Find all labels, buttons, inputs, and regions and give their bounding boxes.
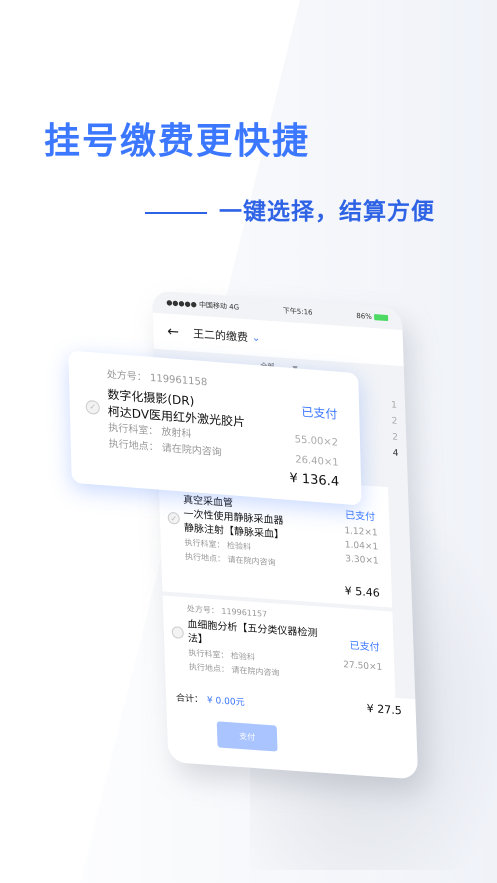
item-total: ¥ 136.4 <box>289 470 340 490</box>
chevron-down-icon[interactable]: ⌄ <box>252 332 261 344</box>
pay-button[interactable]: 支付 <box>216 721 278 752</box>
amount: 27.50×1 <box>343 660 383 673</box>
side-digit: 1 <box>390 400 398 411</box>
check-icon: ✓ <box>89 402 97 412</box>
battery-icon <box>374 314 389 322</box>
side-digit: 2 <box>391 416 398 427</box>
select-radio[interactable]: ✓ <box>85 399 100 415</box>
amount-list: 55.00×2 26.40×1 <box>294 430 339 474</box>
carrier: ●●●●● 中国移动 <box>166 298 228 311</box>
dash-decoration <box>145 211 207 214</box>
featured-item-card[interactable]: ✓ 处方号： 119961158 数字化摄影(DR) 柯达DV医用红外激光胶片 … <box>68 350 362 506</box>
amount-list: 1.12×1 1.04×1 3.30×1 <box>344 524 379 568</box>
side-digit: 2 <box>392 432 399 443</box>
amount-list: 27.50×1 <box>343 658 383 675</box>
status-badge: 已支付 <box>344 510 376 524</box>
battery-percent: 86% <box>356 311 373 321</box>
amount: 26.40×1 <box>295 454 339 469</box>
total-label: 合计： <box>175 693 204 706</box>
check-icon: ✓ <box>170 513 178 524</box>
select-radio[interactable] <box>171 626 184 639</box>
item-total: ¥ 5.46 <box>344 584 380 600</box>
select-radio[interactable]: ✓ <box>167 511 180 525</box>
subline-text: 一键选择，结算方便 <box>219 199 435 225</box>
network: 4G <box>229 302 240 312</box>
subline: 一键选择，结算方便 <box>145 192 435 226</box>
status-badge: 已支付 <box>301 404 338 422</box>
side-digits: 1 2 2 4 <box>391 397 399 462</box>
page-title: 王二的缴费 <box>192 327 249 345</box>
amount: 3.30×1 <box>345 554 379 567</box>
headline: 挂号缴费更快捷 <box>44 121 311 162</box>
back-arrow-icon[interactable]: ← <box>167 324 179 341</box>
clock: 下午5:16 <box>282 306 313 317</box>
status-badge: 已支付 <box>349 640 380 654</box>
item-total: ¥ 27.5 <box>366 701 403 718</box>
total-sum: ¥ 0.00元 <box>206 695 245 709</box>
side-digit: 4 <box>392 448 399 459</box>
